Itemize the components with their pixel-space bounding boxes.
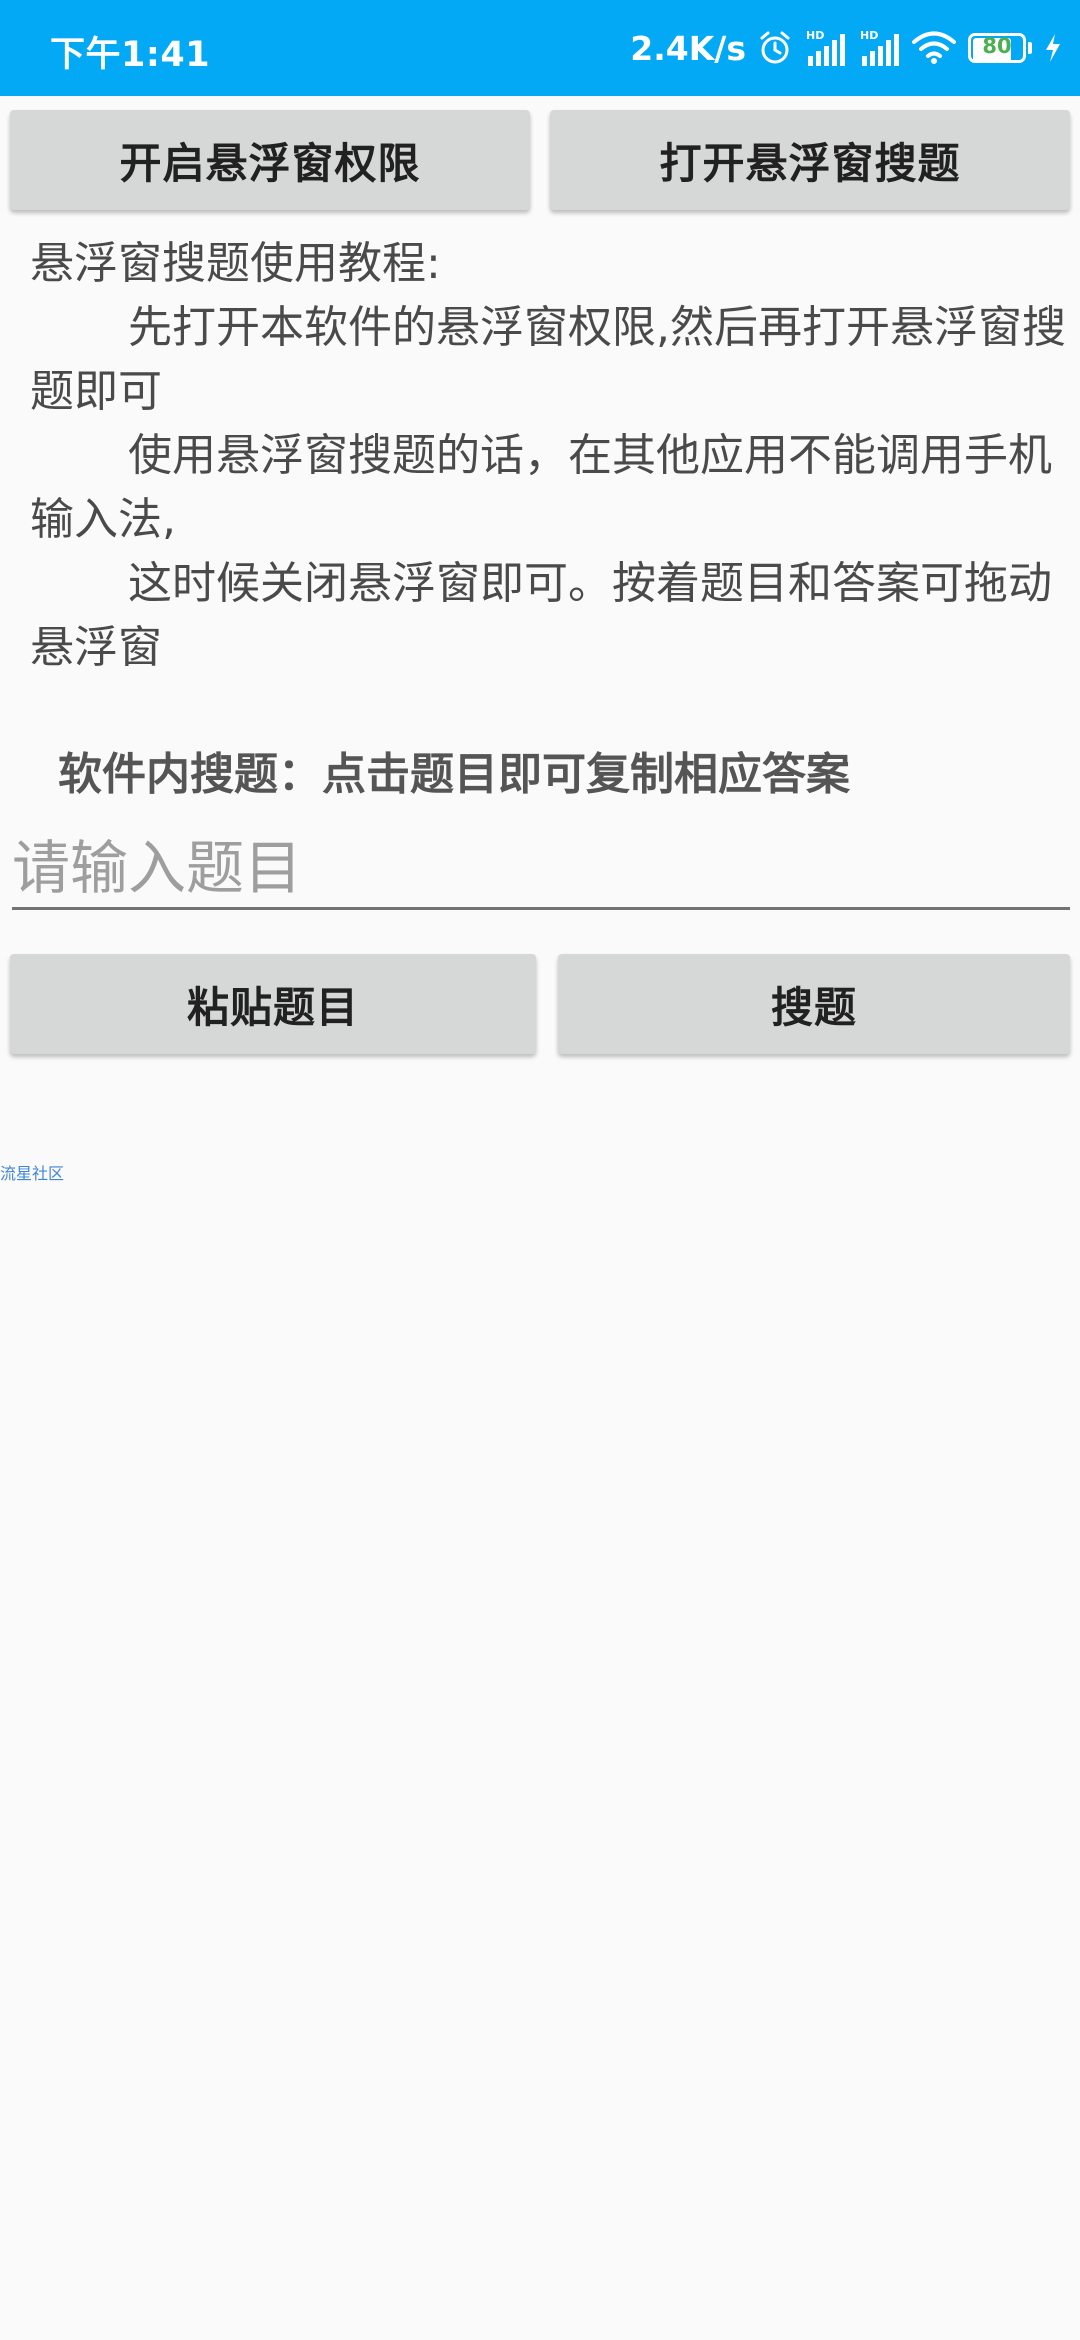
status-icons: 2.4K/s HD HD 80 [630, 22, 1062, 74]
status-time: 下午1:41 [50, 35, 211, 75]
enable-float-permission-button[interactable]: 开启悬浮窗权限 [10, 110, 530, 210]
battery-icon: 80 [968, 33, 1032, 63]
open-float-search-button[interactable]: 打开悬浮窗搜题 [550, 110, 1070, 210]
charging-icon [1044, 33, 1062, 63]
svg-text:HD: HD [806, 29, 824, 42]
question-input[interactable] [12, 828, 1070, 910]
hd-signal-icon: HD [804, 28, 846, 68]
search-question-button[interactable]: 搜题 [558, 954, 1070, 1054]
battery-level: 80 [982, 34, 1012, 58]
tutorial-title: 悬浮窗搜题使用教程: [30, 238, 441, 289]
wifi-icon [912, 31, 956, 65]
hd-signal-icon: HD [858, 28, 900, 68]
paste-question-button[interactable]: 粘贴题目 [10, 954, 536, 1054]
community-link[interactable]: 流星社区 [0, 1160, 64, 1184]
network-speed: 2.4K/s [630, 28, 746, 68]
tutorial-step-1: 先打开本软件的悬浮窗权限,然后再打开悬浮窗搜题即可 [30, 302, 1066, 417]
alarm-icon [758, 30, 792, 66]
tutorial-text: 悬浮窗搜题使用教程: 先打开本软件的悬浮窗权限,然后再打开悬浮窗搜题即可 使用悬… [30, 232, 1080, 680]
svg-text:HD: HD [860, 29, 878, 42]
in-app-search-note: 软件内搜题：点击题目即可复制相应答案 [58, 749, 850, 800]
tutorial-step-3: 这时候关闭悬浮窗即可。按着题目和答案可拖动悬浮窗 [30, 558, 1052, 673]
status-bar: 下午1:41 2.4K/s HD HD 80 [0, 0, 1080, 96]
tutorial-step-2: 使用悬浮窗搜题的话，在其他应用不能调用手机输入法, [30, 430, 1052, 545]
